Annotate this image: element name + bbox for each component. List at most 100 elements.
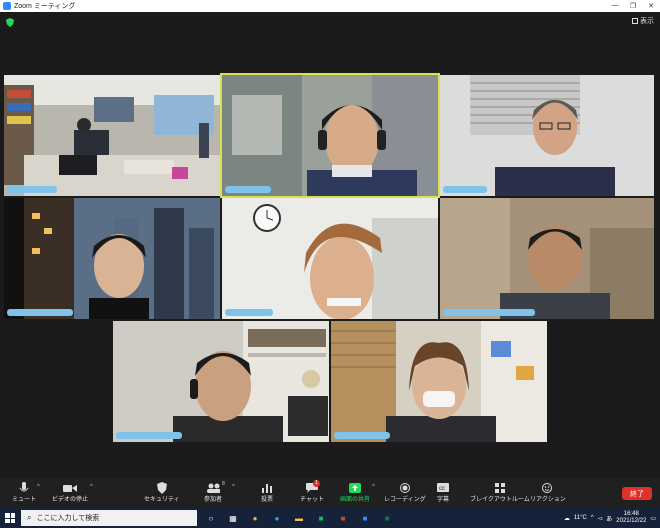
video-tile-3[interactable]	[440, 75, 654, 196]
svg-text:cc: cc	[439, 486, 445, 492]
video-tile-5[interactable]	[222, 198, 438, 319]
taskbar-clock[interactable]: 16:48 2021/12/22	[616, 511, 646, 525]
polls-bar-chart-icon	[260, 481, 274, 494]
participant-name-tag	[225, 186, 271, 193]
powerpoint-icon[interactable]: ■	[335, 510, 351, 526]
stop-video-button[interactable]: ビデオの停止	[52, 481, 88, 503]
participants-icon	[206, 481, 220, 494]
system-tray: ☁ 11°C ^ ◅ あ 16:48 2021/12/22 ▭	[564, 511, 660, 525]
participant-video-room	[440, 198, 654, 319]
clock-date: 2021/12/22	[616, 518, 647, 524]
window-title: Zoom ミーティング	[14, 3, 76, 10]
chrome-icon[interactable]: ●	[247, 510, 263, 526]
reactions-button[interactable]: リアクション	[530, 481, 566, 503]
meeting-toolbar: ミュート ^ ビデオの停止 ^ セキュリティ 参加者 8 ^ 投票 チャット 1	[0, 478, 660, 508]
clock-time: 16:48	[623, 511, 639, 517]
close-icon[interactable]: ✕	[642, 2, 660, 10]
zoom-logo-icon	[3, 2, 11, 10]
title-bar: Zoom ミーティング — ❐ ✕	[0, 0, 660, 12]
chat-button[interactable]: チャット	[300, 481, 324, 503]
participant-video-headset	[222, 75, 438, 196]
encryption-shield-icon[interactable]	[6, 18, 14, 27]
windows-taskbar: ⌕ ここに入力して検索 ○ ▦ ● ● ▬ ■ ■ ■ ■ ☁ 11°C ^ ◅…	[0, 508, 660, 528]
participant-name-tag	[334, 432, 390, 439]
breakout-rooms-label: ブレイクアウトルーム	[470, 497, 530, 503]
chevron-up-icon[interactable]: ^	[90, 484, 93, 490]
video-tile-4[interactable]	[4, 198, 220, 319]
chat-label: チャット	[300, 497, 324, 503]
closed-captions-icon: cc	[436, 481, 450, 494]
file-explorer-icon[interactable]: ▬	[291, 510, 307, 526]
weather-icon: ☁	[563, 515, 570, 522]
participant-video-shelf	[113, 321, 329, 442]
participants-count: 8	[222, 481, 225, 487]
end-meeting-button[interactable]: 終了	[622, 487, 652, 500]
line-icon[interactable]: ■	[313, 510, 329, 526]
polls-label: 投票	[260, 497, 273, 503]
widgets-icon[interactable]: ▦	[225, 510, 241, 526]
taskbar-search-box[interactable]: ⌕ ここに入力して検索	[21, 510, 197, 526]
video-tile-6[interactable]	[440, 198, 654, 319]
video-tile-active-speaker[interactable]	[220, 73, 440, 198]
mute-label: ミュート	[12, 497, 37, 503]
video-tile-7[interactable]	[113, 321, 329, 442]
participant-video-glasses	[440, 75, 654, 196]
participant-name-tag	[7, 186, 57, 193]
speaker-icon[interactable]: ◅	[598, 515, 603, 522]
participant-video-office	[4, 75, 220, 196]
participant-name-tag	[443, 186, 487, 193]
windows-start-icon[interactable]	[5, 513, 15, 523]
security-label: セキュリティ	[144, 497, 180, 503]
tray-overflow-icon[interactable]: ^	[591, 515, 594, 521]
microphone-icon	[17, 481, 31, 494]
participant-name-tag	[443, 309, 535, 316]
record-label: レコーディング	[384, 497, 426, 503]
minimize-icon[interactable]: —	[606, 2, 624, 10]
view-label: 表示	[640, 18, 654, 25]
participant-name-tag	[225, 309, 273, 316]
breakout-rooms-button[interactable]: ブレイクアウトルーム	[470, 481, 530, 503]
share-screen-icon	[348, 481, 362, 494]
search-icon: ⌕	[27, 513, 32, 522]
edge-icon[interactable]: ●	[269, 510, 285, 526]
security-button[interactable]: セキュリティ	[144, 481, 180, 503]
polls-button[interactable]: 投票	[260, 481, 274, 503]
shield-icon	[155, 481, 169, 494]
smiley-plus-icon	[541, 481, 555, 494]
participant-video-clock	[222, 198, 438, 319]
video-camera-icon	[63, 481, 77, 494]
record-button[interactable]: レコーディング	[384, 481, 426, 503]
participant-video-masked	[331, 321, 547, 442]
chat-badge: 1	[313, 480, 320, 487]
captions-button[interactable]: cc 字幕	[436, 481, 450, 503]
taskbar-search-placeholder: ここに入力して検索	[36, 515, 100, 522]
captions-label: 字幕	[436, 497, 449, 503]
chevron-up-icon[interactable]: ^	[372, 484, 375, 490]
view-button[interactable]: 表示	[632, 16, 654, 26]
ime-indicator[interactable]: あ	[606, 514, 612, 523]
share-screen-button[interactable]: 画面の共有	[340, 481, 370, 503]
video-tile-8[interactable]	[331, 321, 547, 442]
participant-name-tag	[116, 432, 182, 439]
video-gallery: 表示	[0, 12, 660, 478]
mute-button[interactable]: ミュート	[12, 481, 36, 503]
excel-icon[interactable]: ■	[379, 510, 395, 526]
weather-temp: 11°C	[573, 515, 587, 521]
record-icon	[398, 481, 412, 494]
restore-icon[interactable]: ❐	[624, 2, 642, 10]
participant-name-tag	[7, 309, 73, 316]
share-screen-label: 画面の共有	[340, 497, 371, 503]
notifications-icon[interactable]: ▭	[650, 515, 656, 522]
stop-video-label: ビデオの停止	[52, 497, 89, 503]
participants-button[interactable]: 参加者	[204, 481, 222, 503]
zoom-taskbar-icon[interactable]: ■	[357, 510, 373, 526]
chevron-up-icon[interactable]: ^	[232, 484, 235, 490]
grid-view-icon	[632, 18, 638, 24]
task-view-icon[interactable]: ○	[203, 510, 219, 526]
reactions-label: リアクション	[530, 497, 566, 503]
participants-label: 参加者	[204, 497, 223, 503]
participant-video-city	[4, 198, 220, 319]
video-tile-1[interactable]	[4, 75, 220, 196]
chevron-up-icon[interactable]: ^	[37, 484, 40, 490]
breakout-rooms-icon	[493, 481, 507, 494]
